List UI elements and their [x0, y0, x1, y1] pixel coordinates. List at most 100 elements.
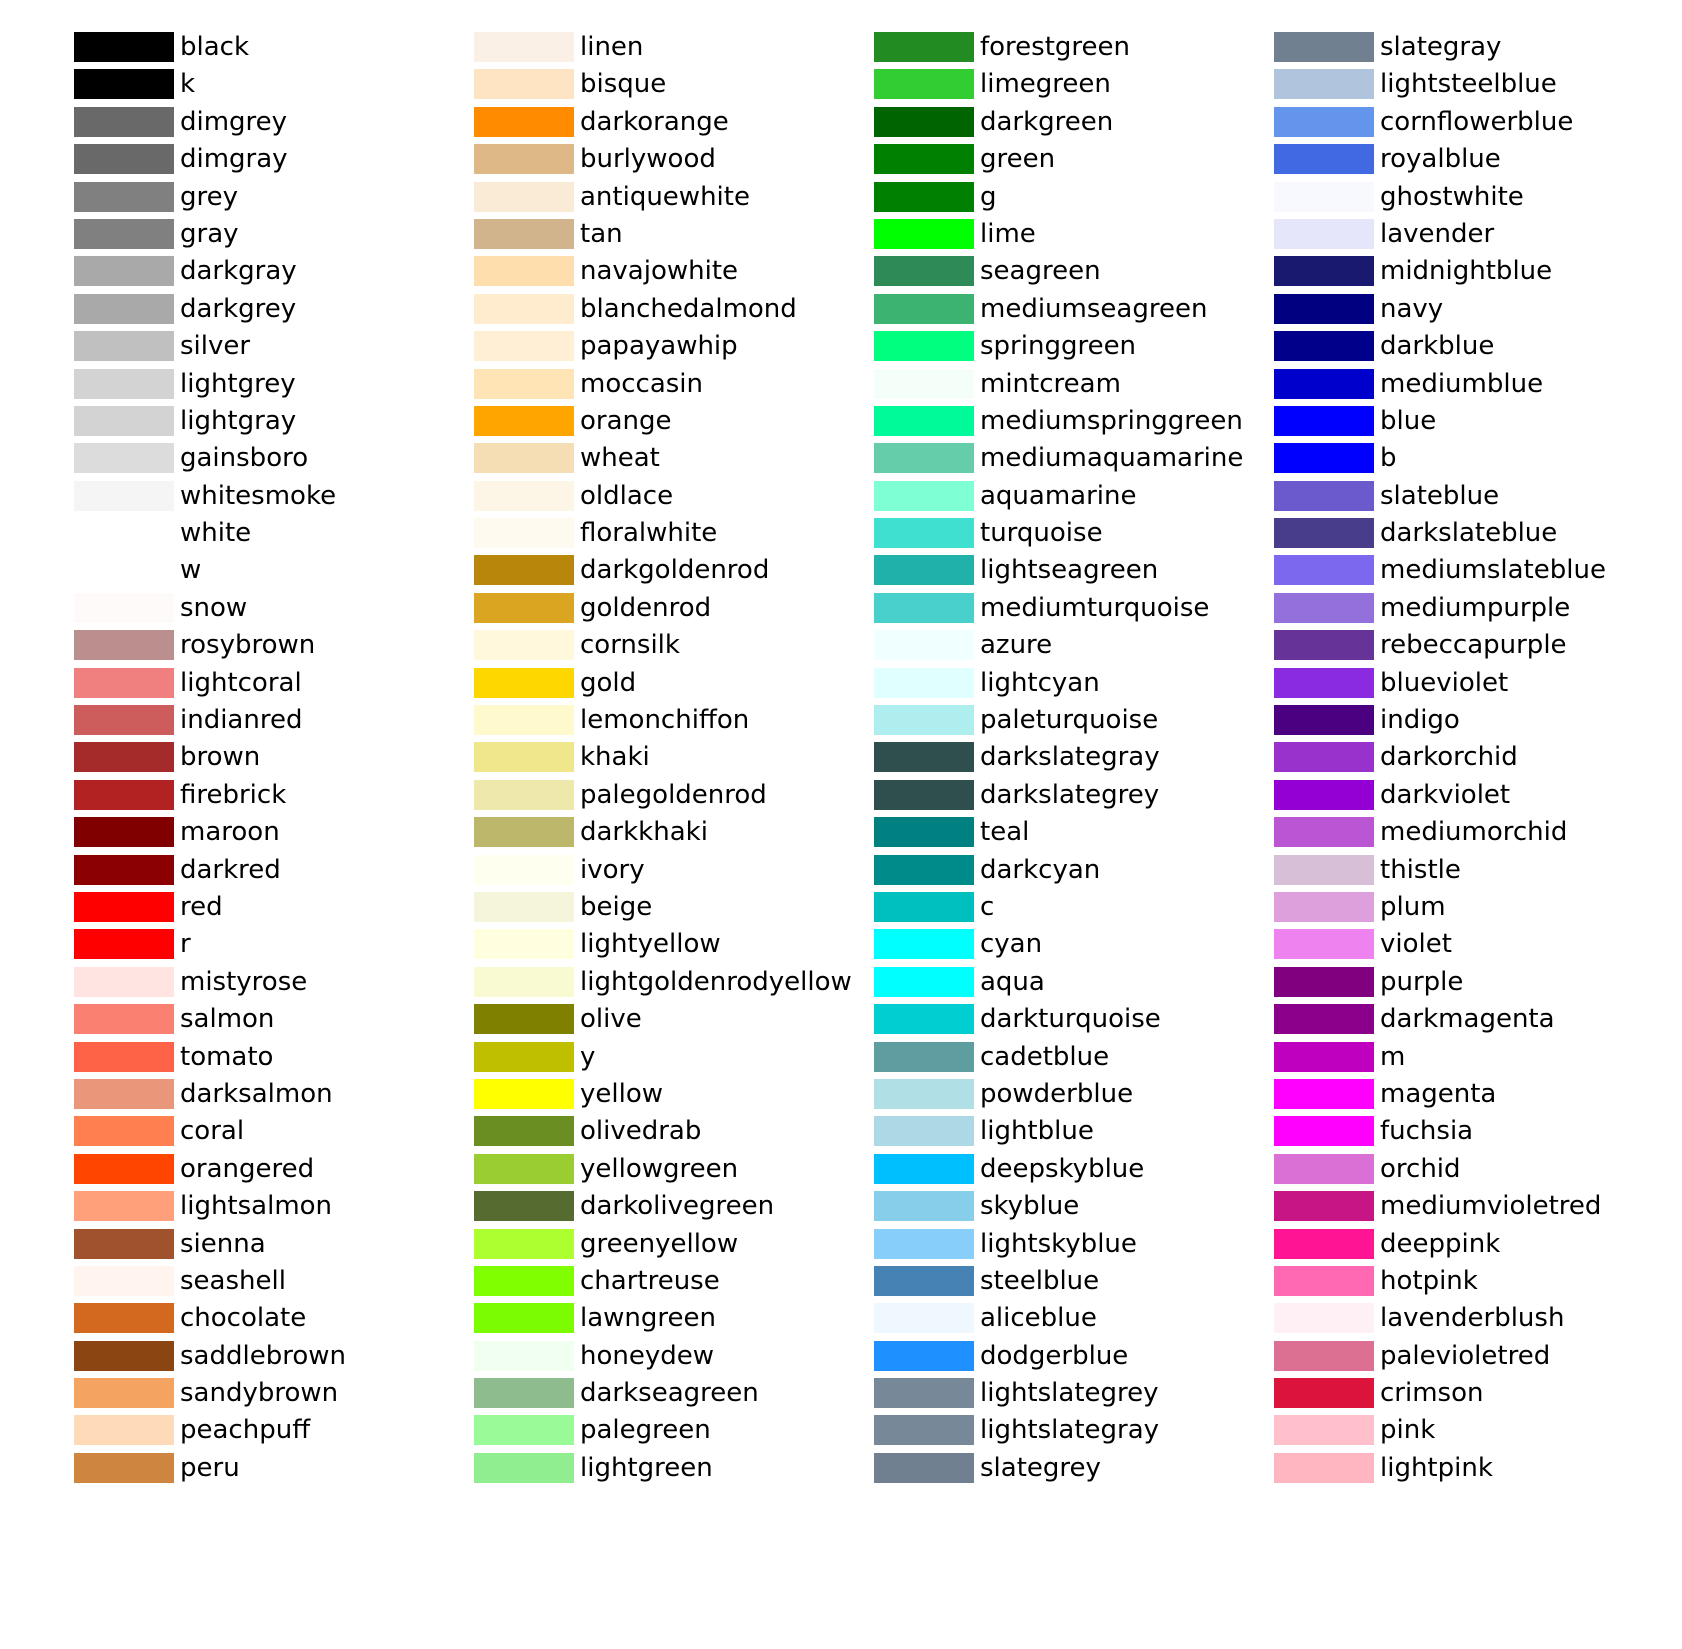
color-swatch: [474, 779, 574, 810]
color-swatch-row: chocolate: [74, 1301, 474, 1338]
color-name-label: darkkhaki: [580, 817, 708, 848]
color-swatch-row: y: [474, 1040, 874, 1077]
color-swatch-row: brown: [74, 740, 474, 777]
color-swatch-row: peachpuff: [74, 1413, 474, 1450]
color-swatch: [1274, 480, 1374, 511]
color-name-label: cornflowerblue: [1380, 106, 1574, 137]
color-name-label: peru: [180, 1452, 240, 1483]
color-swatch: [874, 555, 974, 586]
color-name-label: lightsalmon: [180, 1191, 333, 1222]
color-swatch-row: papayawhip: [474, 329, 874, 366]
color-name-label: orchid: [1380, 1153, 1461, 1184]
color-name-label: khaki: [580, 742, 650, 773]
color-swatch: [1274, 1004, 1374, 1035]
color-swatch-row: darkgoldenrod: [474, 553, 874, 590]
color-swatch: [1274, 817, 1374, 848]
color-name-label: darkslateblue: [1380, 518, 1558, 549]
color-swatch-row: rosybrown: [74, 628, 474, 665]
color-swatch: [1274, 181, 1374, 212]
color-swatch: [874, 817, 974, 848]
color-swatch-row: yellowgreen: [474, 1152, 874, 1189]
color-name-label: darkblue: [1380, 331, 1495, 362]
color-swatch-row: snow: [74, 591, 474, 628]
color-swatch-row: mediumvioletred: [1274, 1189, 1674, 1226]
color-swatch-row: palegreen: [474, 1413, 874, 1450]
color-swatch-row: yellow: [474, 1077, 874, 1114]
color-name-label: darksalmon: [180, 1078, 333, 1109]
color-swatch: [74, 929, 174, 960]
color-swatch: [474, 32, 574, 62]
color-swatch: [874, 1452, 974, 1483]
color-swatch-row: m: [1274, 1040, 1674, 1077]
color-swatch-row: chartreuse: [474, 1264, 874, 1301]
color-swatch-row: powderblue: [874, 1077, 1274, 1114]
color-swatch-row: steelblue: [874, 1264, 1274, 1301]
color-name-label: antiquewhite: [580, 181, 750, 212]
color-name-label: forestgreen: [980, 32, 1131, 62]
color-swatch-row: plum: [1274, 890, 1674, 927]
color-swatch-row: lightseagreen: [874, 553, 1274, 590]
color-swatch: [874, 331, 974, 362]
color-name-label: lavenderblush: [1380, 1303, 1565, 1334]
color-swatch: [1274, 1041, 1374, 1072]
color-name-label: ghostwhite: [1380, 181, 1524, 212]
color-swatch: [474, 592, 574, 623]
color-swatch: [874, 1228, 974, 1259]
color-name-label: azure: [980, 630, 1053, 661]
color-name-label: m: [1380, 1041, 1406, 1072]
color-swatch: [1274, 1452, 1374, 1483]
color-name-label: mediumaquamarine: [980, 443, 1244, 474]
color-swatch: [74, 1303, 174, 1334]
color-swatch: [874, 966, 974, 997]
color-swatch-row: lawngreen: [474, 1301, 874, 1338]
color-swatch-row: lavenderblush: [1274, 1301, 1674, 1338]
color-name-label: lightseagreen: [980, 555, 1159, 586]
color-name-label: lightslategrey: [980, 1378, 1159, 1409]
color-column-2: forestgreen limegreen darkgreen green g lime s…: [874, 30, 1274, 1488]
color-swatch: [74, 1116, 174, 1147]
color-swatch-row: grey: [74, 180, 474, 217]
color-name-label: maroon: [180, 817, 280, 848]
color-swatch-row: burlywood: [474, 142, 874, 179]
color-name-label: oldlace: [580, 480, 674, 511]
color-swatch: [1274, 966, 1374, 997]
color-name-label: chocolate: [180, 1303, 307, 1334]
color-name-label: lightgray: [180, 405, 297, 436]
color-swatch: [874, 256, 974, 287]
color-swatch-row: lightblue: [874, 1114, 1274, 1151]
color-swatch-row: cyan: [874, 927, 1274, 964]
color-name-label: greenyellow: [580, 1228, 739, 1259]
color-swatch-row: honeydew: [474, 1339, 874, 1376]
color-swatch-row: olive: [474, 1002, 874, 1039]
color-swatch-row: sienna: [74, 1227, 474, 1264]
color-swatch-row: indianred: [74, 703, 474, 740]
color-swatch-row: saddlebrown: [74, 1339, 474, 1376]
color-swatch-row: darkturquoise: [874, 1002, 1274, 1039]
color-swatch: [1274, 1378, 1374, 1409]
color-swatch-row: mediumorchid: [1274, 815, 1674, 852]
color-swatch: [74, 518, 174, 549]
color-name-label: slategray: [1380, 32, 1502, 62]
color-swatch-row: w: [74, 553, 474, 590]
color-name-label: blanchedalmond: [580, 293, 797, 324]
color-name-label: darkred: [180, 854, 281, 885]
color-swatch-row: cornflowerblue: [1274, 105, 1674, 142]
color-swatch: [474, 1153, 574, 1184]
color-name-label: darkorchid: [1380, 742, 1518, 773]
color-name-label: salmon: [180, 1004, 275, 1035]
color-name-label: honeydew: [580, 1340, 715, 1371]
color-name-label: steelblue: [980, 1265, 1100, 1296]
color-swatch-row: dimgrey: [74, 105, 474, 142]
color-swatch-row: deepskyblue: [874, 1152, 1274, 1189]
color-name-label: mediumslateblue: [1380, 555, 1606, 586]
color-swatch: [1274, 1265, 1374, 1296]
color-swatch-row: olivedrab: [474, 1114, 874, 1151]
color-swatch: [874, 518, 974, 549]
color-swatch-row: lightgrey: [74, 367, 474, 404]
color-swatch: [874, 630, 974, 661]
color-swatch: [74, 705, 174, 736]
color-name-label: lightblue: [980, 1116, 1094, 1147]
color-name-label: b: [1380, 443, 1397, 474]
color-swatch-row: lightgreen: [474, 1451, 874, 1488]
color-swatch-row: midnightblue: [1274, 254, 1674, 291]
